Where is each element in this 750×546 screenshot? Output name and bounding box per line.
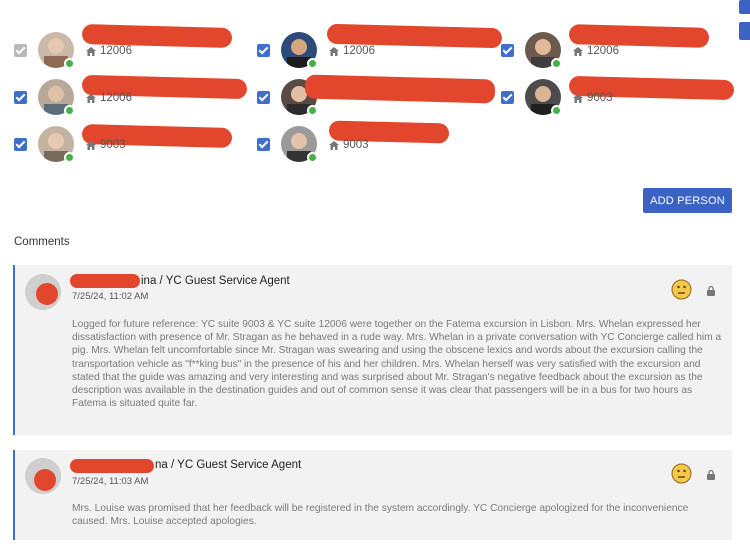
room-number: 12006: [573, 45, 619, 57]
home-icon: [86, 140, 96, 150]
comment-text: Logged for future reference: YC suite 90…: [72, 319, 722, 410]
person-checkbox[interactable]: [257, 138, 270, 151]
online-status-dot: [64, 58, 75, 69]
neutral-face-icon[interactable]: [671, 279, 692, 300]
commenter-avatar: [25, 458, 61, 494]
person-checkbox[interactable]: [501, 91, 514, 104]
room-number: 12006: [86, 92, 132, 104]
home-icon: [329, 140, 339, 150]
person-checkbox[interactable]: [14, 91, 27, 104]
home-icon: [573, 93, 583, 103]
comment-text: Mrs. Louise was promised that her feedba…: [72, 503, 689, 528]
home-icon: [573, 46, 583, 56]
comment-date: 7/25/24, 11:02 AM: [72, 291, 149, 302]
person-checkbox[interactable]: [257, 44, 270, 57]
online-status-dot: [307, 58, 318, 69]
online-status-dot: [551, 105, 562, 116]
home-icon: [329, 94, 339, 103]
person-card: 9003: [257, 120, 497, 166]
person-checkbox[interactable]: [501, 44, 514, 57]
room-number: 9003: [573, 92, 613, 104]
online-status-dot: [64, 105, 75, 116]
comment-card: ina / YC Guest Service Agent 7/25/24, 11…: [13, 265, 732, 435]
room-number: 12006: [86, 45, 132, 57]
person-card: 12006: [14, 74, 254, 119]
person-checkbox[interactable]: [14, 138, 27, 151]
online-status-dot: [64, 152, 75, 163]
person-checkbox[interactable]: [14, 44, 27, 57]
person-card: 9003: [14, 124, 254, 166]
person-card: 9003: [501, 75, 741, 119]
person-card: 12006: [14, 24, 254, 72]
lock-icon[interactable]: [706, 469, 716, 480]
comments-heading: Comments: [14, 236, 70, 248]
comment-author: ina / YC Guest Service Agent: [141, 275, 290, 287]
home-icon: [86, 46, 96, 56]
commenter-avatar: [25, 274, 61, 310]
redacted-author-name: [70, 274, 140, 288]
online-status-dot: [307, 152, 318, 163]
comment-author: na / YC Guest Service Agent: [155, 459, 302, 471]
person-checkbox[interactable]: [257, 91, 270, 104]
home-icon: [86, 93, 96, 103]
comment-date: 7/25/24, 11:03 AM: [72, 476, 149, 487]
person-card: 12006: [257, 23, 503, 72]
online-status-dot: [551, 58, 562, 69]
room-number: 9003: [86, 139, 126, 151]
add-person-button[interactable]: ADD PERSON: [643, 188, 732, 213]
neutral-face-icon[interactable]: [671, 463, 692, 484]
person-card: 9003: [257, 74, 497, 119]
room-number: 9003: [329, 139, 369, 151]
side-tab-top[interactable]: [739, 0, 750, 14]
online-status-dot: [307, 105, 318, 116]
redacted-author-name: [70, 459, 154, 473]
lock-icon[interactable]: [706, 285, 716, 296]
home-icon: [329, 46, 339, 56]
comment-card: na / YC Guest Service Agent 7/25/24, 11:…: [13, 450, 732, 540]
room-number: 12006: [329, 45, 375, 57]
person-card: 12006: [501, 24, 741, 72]
